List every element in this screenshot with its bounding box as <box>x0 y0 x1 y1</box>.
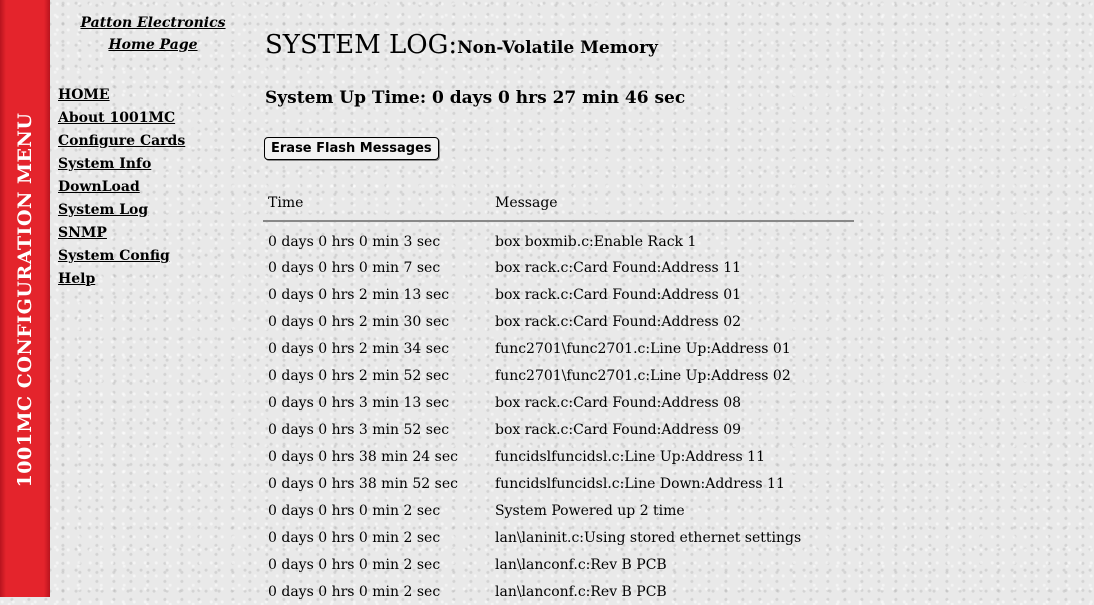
column-header-message: Message <box>490 186 854 222</box>
nav-item-home[interactable]: HOME <box>58 84 208 107</box>
sidebar-nav: HOME About 1001MC Configure Cards System… <box>58 84 208 291</box>
row-message: box rack.c:Card Found:Address 02 <box>495 313 742 330</box>
table-row: 0 days 0 hrs 0 min 2 sec lan\lanconf.c:Re… <box>263 578 854 605</box>
table-row: 0 days 0 hrs 0 min 2 sec lan\laninit.c:Us… <box>263 524 854 551</box>
nav-item-help[interactable]: Help <box>58 268 208 291</box>
row-time: 0 days 0 hrs 0 min 2 sec <box>268 529 441 546</box>
nav-item-configure-cards[interactable]: Configure Cards <box>58 130 208 153</box>
row-time: 0 days 0 hrs 0 min 3 sec <box>268 234 441 250</box>
row-time: 0 days 0 hrs 3 min 13 sec <box>268 394 450 411</box>
row-message: lan\lanconf.c:Rev B PCB <box>495 583 667 600</box>
nav-item-system-info[interactable]: System Info <box>58 153 208 176</box>
table-row: 0 days 0 hrs 3 min 13 sec box rack.c:Card… <box>263 389 854 416</box>
row-time: 0 days 0 hrs 0 min 2 sec <box>268 502 441 519</box>
table-row: 0 days 0 hrs 38 min 52 sec funcidslfuncid… <box>263 470 854 497</box>
row-message: box boxmib.c:Enable Rack 1 <box>495 234 697 250</box>
row-time: 0 days 0 hrs 0 min 2 sec <box>268 556 441 573</box>
row-time: 0 days 0 hrs 38 min 24 sec <box>268 448 458 465</box>
row-time: 0 days 0 hrs 3 min 52 sec <box>268 421 450 438</box>
page-title-main: SYSTEM LOG: <box>265 30 458 60</box>
table-row: 0 days 0 hrs 2 min 13 sec box rack.c:Card… <box>263 281 854 308</box>
row-message: lan\lanconf.c:Rev B PCB <box>495 556 667 573</box>
row-time: 0 days 0 hrs 2 min 34 sec <box>268 340 450 357</box>
row-message: box rack.c:Card Found:Address 11 <box>495 259 742 276</box>
row-message: box rack.c:Card Found:Address 09 <box>495 421 742 438</box>
config-menu-banner-text: 1001MC CONFIGURATION MENU <box>14 112 36 488</box>
home-link-line1: Patton Electronics <box>80 15 226 31</box>
column-header-time: Time <box>263 186 490 222</box>
row-message: func2701\func2701.c:Line Up:Address 01 <box>495 340 791 357</box>
home-link-line2: Home Page <box>108 37 198 53</box>
row-message: lan\laninit.c:Using stored ethernet sett… <box>495 529 802 546</box>
nav-item-download[interactable]: DownLoad <box>58 176 208 199</box>
row-message: System Powered up 2 time <box>495 502 685 519</box>
table-row: 0 days 0 hrs 0 min 2 sec System Powered u… <box>263 497 854 524</box>
nav-item-snmp[interactable]: SNMP <box>58 222 208 245</box>
nav-item-about[interactable]: About 1001MC <box>58 107 208 130</box>
table-row: 0 days 0 hrs 0 min 3 sec box boxmib.c:Ena… <box>263 221 854 254</box>
row-time: 0 days 0 hrs 2 min 52 sec <box>268 367 450 384</box>
row-message: func2701\func2701.c:Line Up:Address 02 <box>495 367 791 384</box>
row-message: box rack.c:Card Found:Address 01 <box>495 286 742 303</box>
system-uptime: System Up Time: 0 days 0 hrs 27 min 46 s… <box>265 88 686 108</box>
row-message: funcidslfuncidsl.c:Line Up:Address 11 <box>495 448 765 465</box>
table-row: 0 days 0 hrs 2 min 34 sec func2701\func27… <box>263 335 854 362</box>
row-time: 0 days 0 hrs 0 min 7 sec <box>268 259 441 276</box>
page-title-sub: Non-Volatile Memory <box>457 38 658 58</box>
row-message: box rack.c:Card Found:Address 08 <box>495 394 742 411</box>
table-header-row: Time Message <box>263 186 854 222</box>
config-menu-banner: 1001MC CONFIGURATION MENU <box>0 0 50 597</box>
row-time: 0 days 0 hrs 38 min 52 sec <box>268 475 458 492</box>
table-row: 0 days 0 hrs 3 min 52 sec box rack.c:Card… <box>263 416 854 443</box>
patton-home-page-link[interactable]: Patton Electronics Home Page <box>70 12 236 56</box>
table-row: 0 days 0 hrs 2 min 30 sec box rack.c:Card… <box>263 308 854 335</box>
erase-flash-messages-button[interactable]: Erase Flash Messages <box>264 137 439 160</box>
nav-item-system-config[interactable]: System Config <box>58 245 208 268</box>
page-title: SYSTEM LOG:Non-Volatile Memory <box>265 30 658 60</box>
row-time: 0 days 0 hrs 0 min 2 sec <box>268 583 441 600</box>
nav-item-system-log[interactable]: System Log <box>58 199 208 222</box>
system-log-table: Time Message 0 days 0 hrs 0 min 3 sec box… <box>263 186 854 605</box>
row-time: 0 days 0 hrs 2 min 30 sec <box>268 313 450 330</box>
row-message: funcidslfuncidsl.c:Line Down:Address 11 <box>495 475 785 492</box>
table-row: 0 days 0 hrs 38 min 24 sec funcidslfuncid… <box>263 443 854 470</box>
table-row: 0 days 0 hrs 0 min 2 sec lan\lanconf.c:Re… <box>263 551 854 578</box>
table-row: 0 days 0 hrs 0 min 7 sec box rack.c:Card … <box>263 254 854 281</box>
row-time: 0 days 0 hrs 2 min 13 sec <box>268 286 450 303</box>
table-row: 0 days 0 hrs 2 min 52 sec func2701\func27… <box>263 362 854 389</box>
